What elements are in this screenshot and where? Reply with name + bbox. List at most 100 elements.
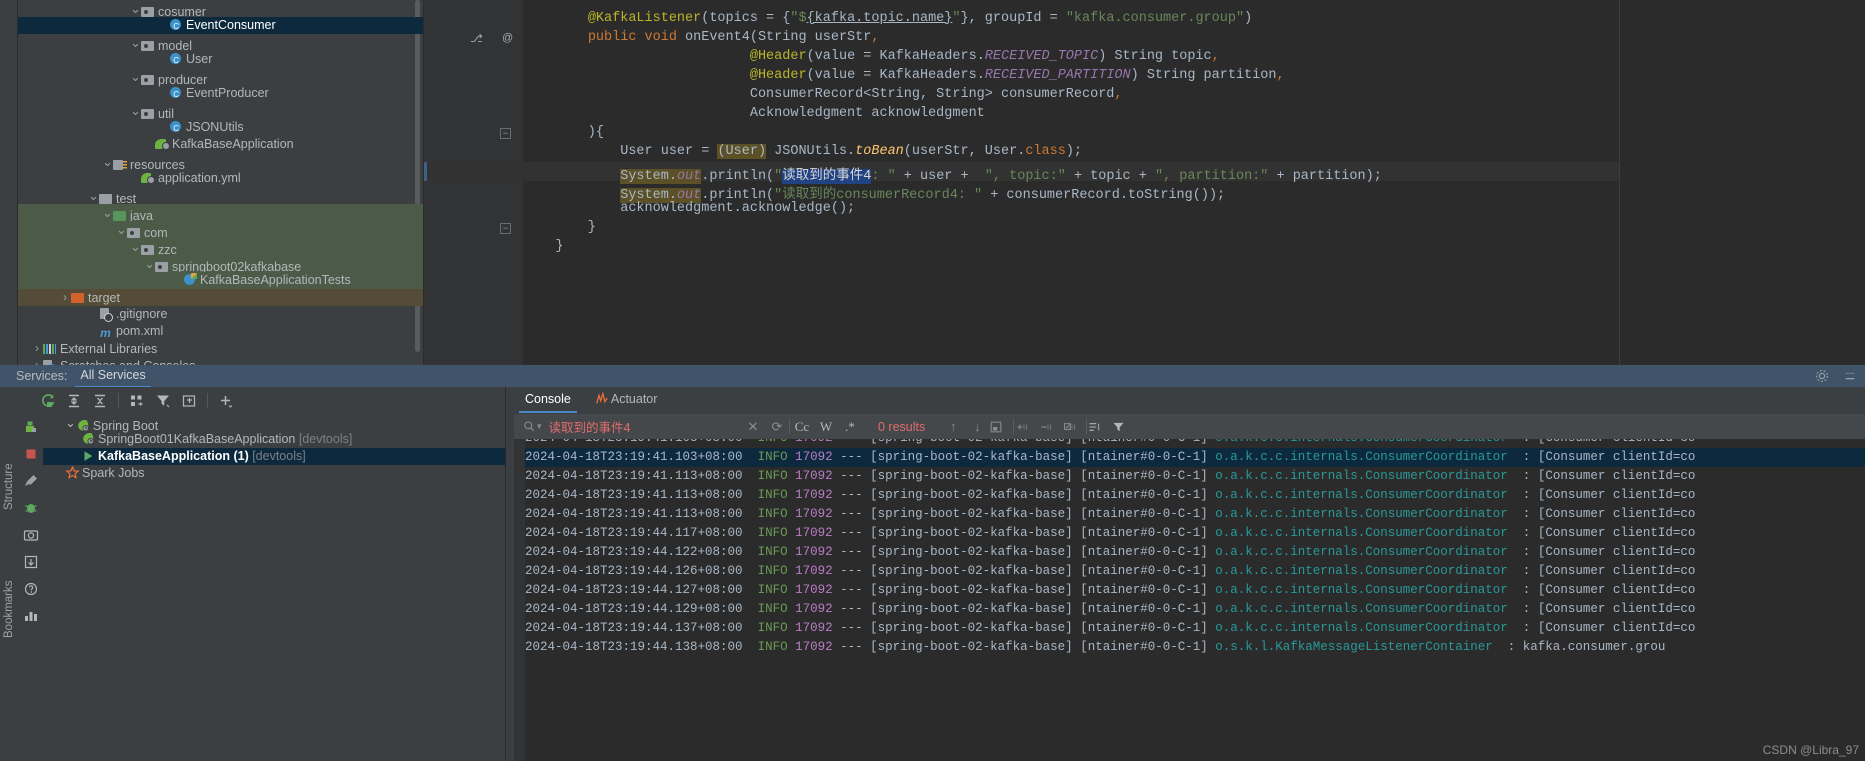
services-tree-item[interactable]: SpringBoot01KafkaBaseApplication [devtoo… <box>43 431 505 448</box>
project-tree-item[interactable]: .gitignore <box>18 306 423 323</box>
expand-all-icon[interactable] <box>61 390 87 412</box>
project-tree-item[interactable]: › target <box>18 289 423 306</box>
project-tree-item[interactable]: › External Libraries <box>18 340 423 357</box>
project-tree-item[interactable]: JSONUtils <box>18 119 423 137</box>
collapse-all-icon[interactable] <box>87 390 113 412</box>
console-tab-actuator[interactable]: Actuator <box>593 391 660 410</box>
chevron-down-icon[interactable]: ⌄ <box>116 221 127 238</box>
chevron-down-icon[interactable]: ⌄ <box>65 415 76 430</box>
export-icon[interactable] <box>18 549 43 576</box>
editor-gutter[interactable] <box>424 0 523 365</box>
project-tree-item[interactable]: ⌄ util <box>18 102 423 121</box>
chevron-down-icon[interactable]: ⌄ <box>130 34 141 51</box>
code-line[interactable]: acknowledgment.acknowledge(); <box>523 201 855 216</box>
project-tree-item[interactable]: KafkaBaseApplicationTests <box>18 272 423 289</box>
remove-filter-icon[interactable] <box>1038 420 1062 434</box>
search-input[interactable]: ▾ 读取到的事件4 ✕ ⟳ Cc W .* <box>514 414 862 439</box>
code-line[interactable]: @KafkaListener(topics = {"${kafka.topic.… <box>523 11 1252 26</box>
project-tree-item[interactable]: User <box>18 51 423 69</box>
annotation-gutter-icon[interactable]: @ <box>502 32 513 44</box>
gear-icon[interactable] <box>1815 369 1829 383</box>
chevron-right-icon[interactable]: › <box>32 340 42 357</box>
code-line[interactable]: } <box>523 220 596 235</box>
regex-toggle[interactable]: .* <box>838 419 862 435</box>
chevron-down-icon[interactable]: ⌄ <box>130 102 141 119</box>
select-all-occurrences-icon[interactable] <box>989 420 1013 434</box>
project-tree-item[interactable]: ⌄ model <box>18 34 423 53</box>
minimize-icon[interactable] <box>1843 369 1857 383</box>
project-tree-item[interactable]: KafkaBaseApplication <box>18 136 423 153</box>
code-line[interactable]: } <box>523 239 563 254</box>
project-tree[interactable]: ⌄cosumerEventConsumer ⌄modelUser ⌄producer… <box>18 0 424 365</box>
code-line[interactable]: Acknowledgment acknowledgment <box>523 106 985 121</box>
words-toggle[interactable]: W <box>814 419 838 435</box>
run-gutter-icon[interactable]: ⎇ <box>470 32 483 45</box>
show-tab-labels-icon[interactable] <box>176 390 202 412</box>
chart-icon[interactable] <box>18 603 43 630</box>
edit-filter-icon[interactable] <box>1062 420 1086 434</box>
project-tree-item[interactable]: application.yml <box>18 170 423 187</box>
camera-icon[interactable] <box>18 522 43 549</box>
chevron-down-icon[interactable]: ⌄ <box>102 204 113 221</box>
next-match-icon[interactable]: ↓ <box>965 419 989 434</box>
console-search-bar[interactable]: ▾ 读取到的事件4 ✕ ⟳ Cc W .* 0 results ↑ ↓ <box>514 414 1865 439</box>
chevron-down-icon[interactable]: ⌄ <box>130 0 141 17</box>
add-filter-icon[interactable] <box>1014 420 1038 434</box>
run-service-icon[interactable] <box>18 414 43 441</box>
project-tree-item[interactable]: ⌄ cosumer <box>18 0 423 19</box>
chevron-down-icon[interactable]: ⌄ <box>130 68 141 85</box>
fold-collapse-icon[interactable]: − <box>500 128 511 139</box>
project-tree-item[interactable]: ⌄ java <box>18 204 423 223</box>
debug-icon[interactable] <box>18 495 43 522</box>
project-tree-item[interactable]: ⌄ producer <box>18 68 423 87</box>
chevron-right-icon[interactable]: › <box>60 289 70 306</box>
fold-collapse-icon[interactable]: − <box>500 223 511 234</box>
prev-match-icon[interactable]: ↑ <box>941 419 965 434</box>
configure-icon[interactable] <box>18 468 43 495</box>
match-case-toggle[interactable]: Cc <box>790 419 814 435</box>
project-tree-item[interactable]: ⌄ springboot02kafkabase <box>18 255 423 274</box>
services-side-rail[interactable] <box>18 414 43 761</box>
structure-tool-label[interactable]: Structure <box>3 456 15 510</box>
rerun-icon[interactable] <box>35 390 61 412</box>
search-dropdown-icon[interactable]: ▾ <box>537 421 542 432</box>
code-line[interactable]: @Header(value = KafkaHeaders.RECEIVED_TO… <box>523 49 1220 64</box>
code-line[interactable]: public void onEvent4(String userStr, <box>523 30 880 45</box>
history-icon[interactable]: ⟳ <box>765 419 789 435</box>
project-tree-item[interactable]: ⌄ zzc <box>18 238 423 257</box>
project-tree-item[interactable]: EventConsumer <box>18 17 423 35</box>
chevron-down-icon[interactable]: ⌄ <box>102 153 113 170</box>
project-tree-item[interactable]: ›Scratches and Consoles <box>18 357 423 365</box>
project-tree-item[interactable]: ⌄ com <box>18 221 423 240</box>
soft-wrap-icon[interactable] <box>1087 420 1111 434</box>
code-editor[interactable]: 4849 @KafkaListener(topics = {"${kafka.t… <box>424 0 1865 365</box>
close-icon[interactable]: ✕ <box>741 419 765 435</box>
console-tab-bar[interactable]: Console Actuator <box>506 387 1865 414</box>
services-tree-item[interactable]: KafkaBaseApplication (1) [devtools] <box>43 448 505 465</box>
code-line[interactable]: ConsumerRecord<String, String> consumerR… <box>523 87 1123 102</box>
tab-all-services[interactable]: All Services <box>75 368 152 388</box>
services-toolbar[interactable] <box>18 387 505 414</box>
code-line[interactable]: User user = (User) JSONUtils.toBean(user… <box>523 144 1082 159</box>
project-tree-item[interactable]: EventProducer <box>18 85 423 103</box>
filter-icon[interactable] <box>150 390 176 412</box>
chevron-down-icon[interactable]: ⌄ <box>88 187 99 204</box>
console-output[interactable]: 2024-04-18T23:19:41.103+08:00 INFO 17092… <box>514 439 1865 761</box>
services-tree[interactable]: ⌄ Spring Boot SpringBoot01KafkaBaseApplica… <box>43 414 505 482</box>
search-icon[interactable] <box>523 420 536 433</box>
chevron-right-icon[interactable]: › <box>32 357 42 365</box>
bookmarks-tool-label[interactable]: Bookmarks <box>3 572 15 638</box>
project-tree-item[interactable]: ⌄ test <box>18 187 423 206</box>
code-line[interactable]: System.out.println("读取到的consumerRecord4:… <box>523 182 1225 203</box>
console-tab-console[interactable]: Console <box>519 392 577 413</box>
project-tree-item[interactable]: ⌄ resources <box>18 153 423 172</box>
chevron-down-icon[interactable]: ⌄ <box>144 255 155 272</box>
help-icon[interactable] <box>18 576 43 603</box>
chevron-down-icon[interactable]: ⌄ <box>130 238 141 255</box>
services-tree-item[interactable]: ⌄ Spring Boot <box>43 414 505 433</box>
code-line[interactable]: System.out.println("读取到的事件4: " + user + … <box>523 163 1382 184</box>
stop-service-icon[interactable] <box>18 441 43 468</box>
group-by-icon[interactable] <box>124 390 150 412</box>
services-tree-item[interactable]: Spark Jobs <box>43 465 505 482</box>
project-tree-item[interactable]: m pom.xml <box>18 323 423 340</box>
